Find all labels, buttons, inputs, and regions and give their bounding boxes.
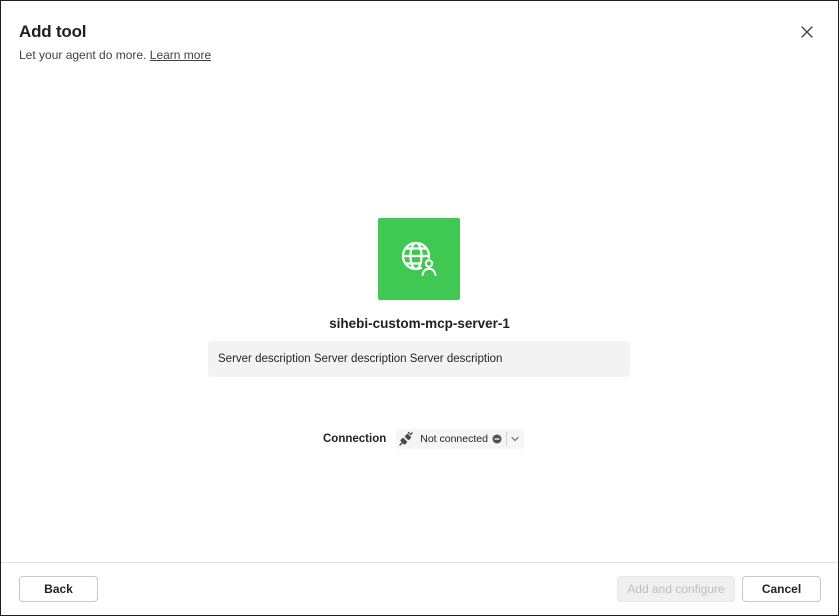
connection-row: Connection Not connected bbox=[323, 429, 524, 449]
dialog-header: Add tool Let your agent do more. Learn m… bbox=[19, 21, 211, 63]
tool-description-text: Server description Server description Se… bbox=[218, 353, 503, 365]
subtitle-text: Let your agent do more. bbox=[19, 48, 147, 62]
dropdown-separator bbox=[505, 432, 507, 446]
tool-icon-tile bbox=[378, 218, 460, 300]
connection-dropdown[interactable]: Not connected bbox=[396, 429, 524, 449]
learn-more-link[interactable]: Learn more bbox=[150, 48, 211, 62]
dialog-title: Add tool bbox=[19, 22, 87, 41]
minus-circle-icon bbox=[492, 434, 502, 444]
add-and-configure-button[interactable]: Add and configure bbox=[617, 576, 735, 602]
plug-disconnected-icon bbox=[398, 431, 414, 447]
connection-label: Connection bbox=[323, 433, 387, 445]
cancel-button[interactable]: Cancel bbox=[742, 576, 821, 602]
add-tool-dialog: Add tool Let your agent do more. Learn m… bbox=[0, 0, 839, 616]
back-button[interactable]: Back bbox=[19, 576, 98, 602]
close-icon bbox=[801, 26, 813, 38]
connection-status: Not connected bbox=[420, 433, 488, 445]
globe-person-icon bbox=[401, 241, 437, 276]
footer-divider bbox=[1, 562, 838, 563]
close-button[interactable] bbox=[798, 23, 816, 41]
tool-description: Server description Server description Se… bbox=[208, 341, 630, 377]
tool-name: sihebi-custom-mcp-server-1 bbox=[329, 316, 510, 331]
dialog-subtitle: Let your agent do more. Learn more bbox=[19, 47, 211, 63]
chevron-down-icon[interactable] bbox=[510, 434, 520, 444]
